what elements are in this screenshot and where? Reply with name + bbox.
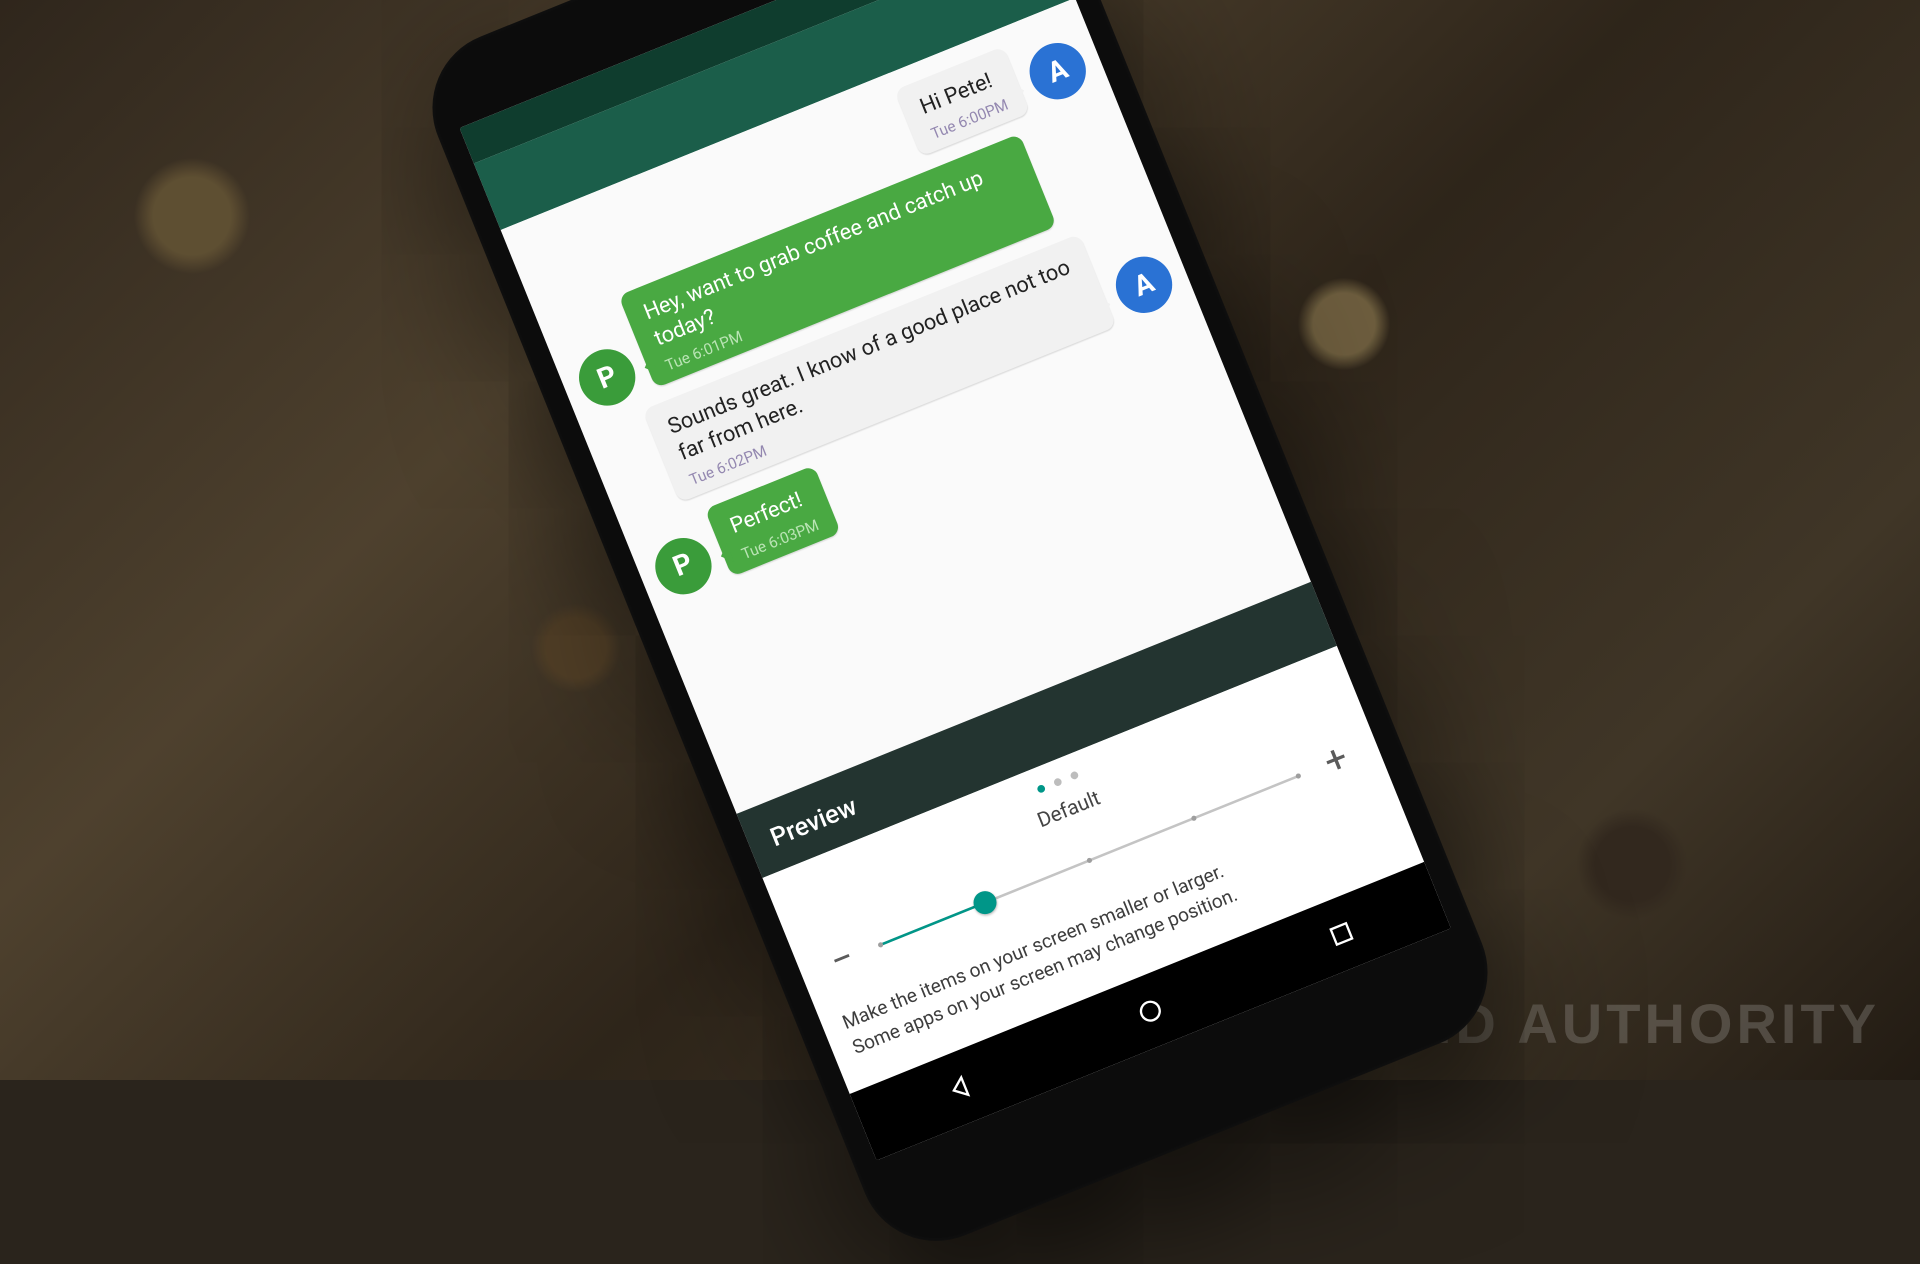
- nav-home-button[interactable]: [1117, 978, 1184, 1045]
- slider-fill: [880, 901, 985, 946]
- slider-thumb[interactable]: [970, 887, 1000, 917]
- page-dot: [1053, 777, 1063, 787]
- nav-recents-button[interactable]: [1308, 900, 1375, 967]
- page-dot: [1036, 783, 1046, 793]
- slider-tick: [1295, 772, 1302, 779]
- increase-size-button[interactable]: +: [1306, 730, 1366, 790]
- nav-back-button[interactable]: [926, 1055, 993, 1122]
- decrease-size-button[interactable]: −: [812, 930, 872, 990]
- avatar-p: P: [571, 341, 644, 414]
- avatar-p: P: [647, 529, 720, 602]
- page-dot: [1069, 770, 1079, 780]
